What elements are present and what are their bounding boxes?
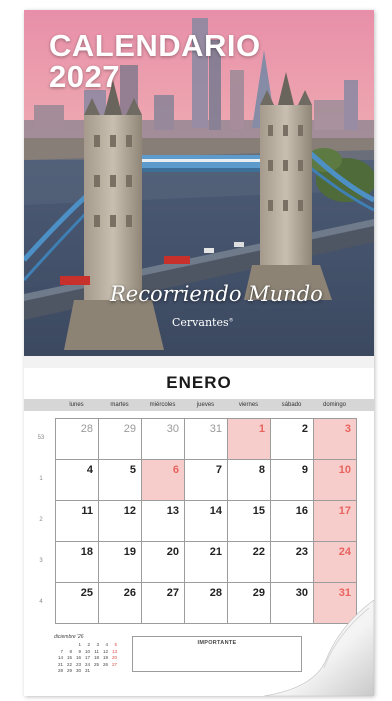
page-curl — [263, 599, 374, 696]
wall-calendar: CALENDARIO 2027 Recorriendo Mundo Cervan… — [24, 10, 374, 696]
